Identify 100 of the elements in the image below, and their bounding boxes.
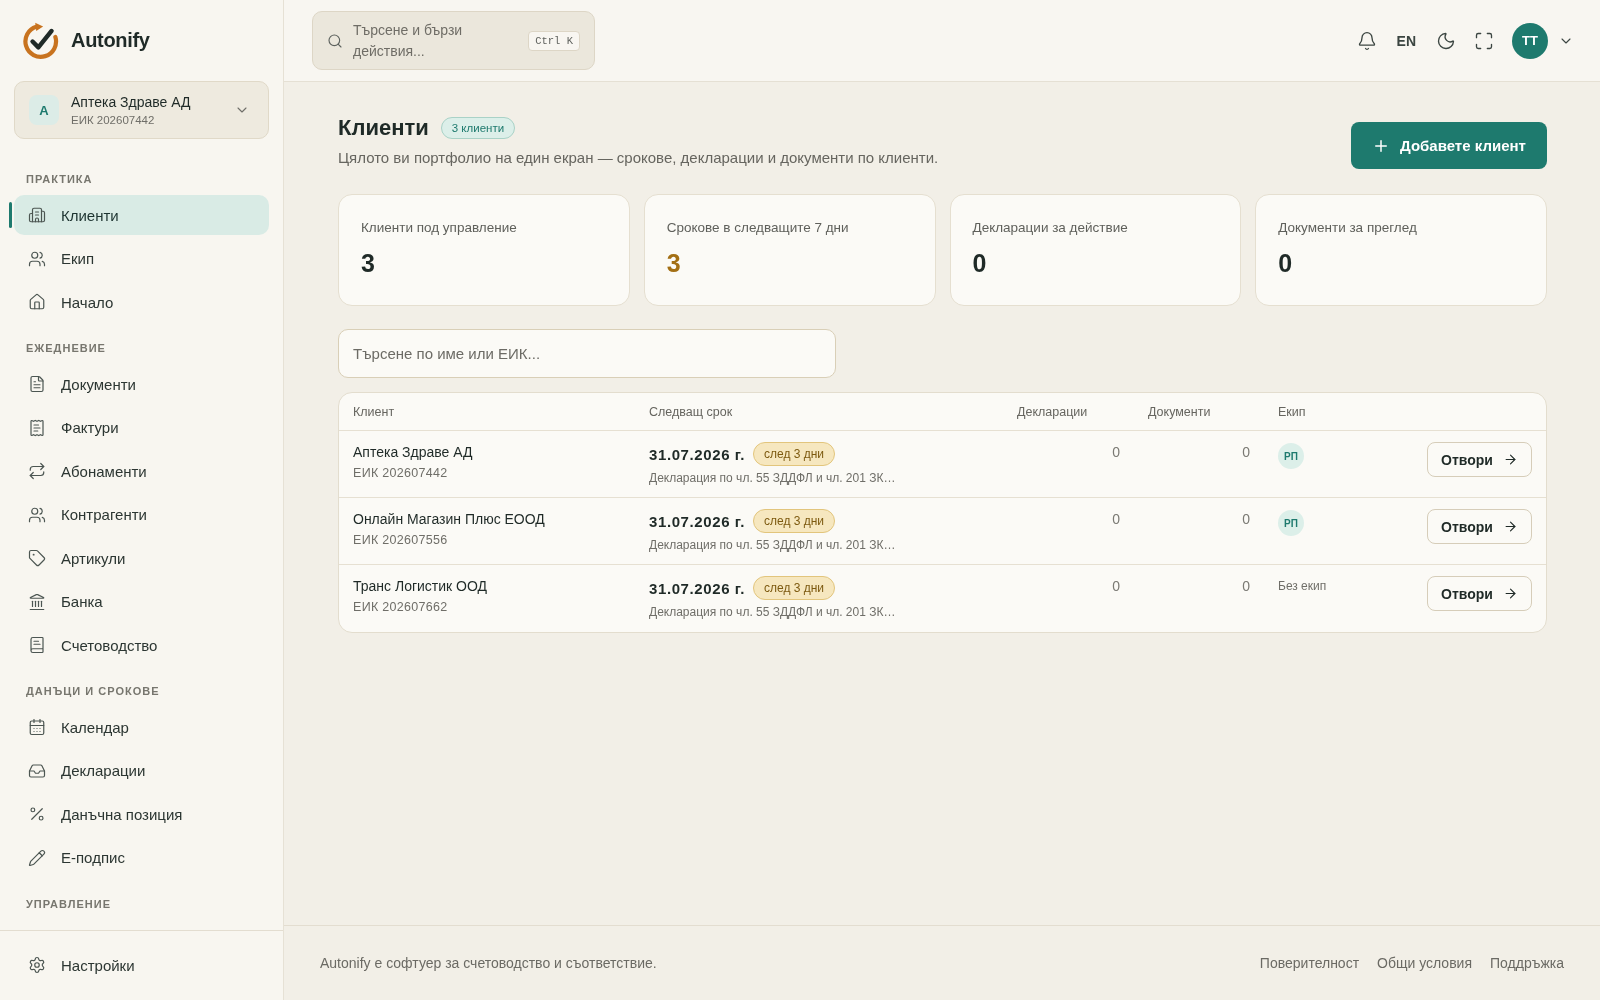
book-icon (28, 636, 46, 654)
deadline-date: 31.07.2026 г. (649, 512, 745, 530)
stat-value: 0 (972, 248, 988, 278)
arrow-right-icon (1502, 519, 1518, 534)
moon-icon[interactable] (1436, 30, 1456, 51)
building-icon (28, 206, 46, 224)
pencil-icon (28, 848, 46, 867)
stat-value: 3 (361, 248, 376, 278)
open-button[interactable]: Отвори (1427, 442, 1532, 477)
nav-item[interactable]: Клиенти (14, 195, 269, 235)
user-avatar[interactable]: TT (1512, 22, 1548, 59)
nav-item[interactable]: Екип (14, 238, 269, 279)
tag-icon (28, 549, 46, 567)
deadline-date: 31.07.2026 г. (649, 579, 745, 597)
arrow-right-icon (1502, 586, 1518, 601)
client-name: Онлайн Магазин Плюс ЕООД (353, 510, 546, 528)
open-button[interactable]: Отвори (1427, 509, 1532, 544)
nav-item[interactable]: Данъчна позиция (14, 794, 269, 834)
logo-icon (22, 21, 60, 60)
footer-link[interactable]: Общи условия (1377, 955, 1472, 971)
nav-item[interactable]: Абонаменти (14, 451, 269, 491)
nav-item[interactable]: Банка (14, 581, 269, 622)
bell-icon[interactable] (1356, 30, 1377, 51)
deadline-badge: след 3 дни (752, 509, 836, 533)
percent-icon (28, 805, 46, 823)
nav-section-title: УПРАВЛЕНИЕ (25, 896, 112, 912)
open-button[interactable]: Отвори (1427, 576, 1532, 611)
nav-item[interactable]: Декларации (14, 750, 269, 791)
people-icon (28, 505, 46, 524)
documents-count: 0 (1242, 443, 1250, 461)
team-avatar: РП (1278, 510, 1304, 536)
column-header: Клиент (353, 404, 395, 419)
client-name: Аптека Здраве АД (353, 443, 474, 461)
nav-section-title: ПРАКТИКА (25, 172, 94, 187)
nav-section-title: ДАНЪЦИ И СРОКОВЕ (25, 684, 161, 699)
no-team-label: Без екип (1278, 578, 1327, 595)
stat-label: Клиенти под управление (361, 219, 518, 236)
client-search-field[interactable]: Търсене по име или ЕИК... (338, 329, 836, 378)
stat-value: 0 (1278, 248, 1294, 278)
settings-icon (28, 956, 46, 974)
declarations-count: 0 (1112, 510, 1120, 528)
inbox-tray-icon (28, 761, 46, 780)
stat-label: Документи за преглед (1278, 219, 1418, 236)
column-header: Следващ срок (649, 404, 733, 419)
organization-initial: А (29, 95, 59, 125)
count-badge: 3 клиенти (440, 117, 516, 139)
nav-item[interactable]: Артикули (14, 538, 269, 578)
deadline-description: Декларация по чл. 55 ЗДДФЛ и чл. 201 ЗК… (649, 470, 897, 486)
bank-building-icon (28, 592, 46, 611)
stat-value: 3 (666, 248, 682, 278)
client-name: Транс Логистик ООД (353, 577, 489, 595)
nav-item[interactable]: Е-подпис (14, 837, 269, 878)
fullscreen-icon[interactable] (1474, 30, 1494, 51)
footer-link[interactable]: Поддръжка (1490, 955, 1564, 971)
repeat-arrows-icon (28, 462, 46, 480)
deadline-description: Декларация по чл. 55 ЗДДФЛ и чл. 201 ЗК… (649, 604, 897, 620)
shortcut-hint: Ctrl K (528, 30, 580, 51)
stat-label: Срокове в следващите 7 дни (666, 219, 850, 236)
nav-item[interactable]: Календар (14, 707, 269, 747)
brand-name: Autonify (71, 29, 150, 52)
client-eik: ЕИК 202607662 (353, 599, 449, 615)
nav-item[interactable]: Фактури (14, 407, 269, 448)
page-subtitle: Цялото ви портфолио на един екран — срокове, декларации и документи по клиенти. (338, 149, 939, 167)
deadline-badge: след 3 дни (752, 442, 836, 466)
receipt-icon (28, 418, 46, 437)
page-title: Клиенти (338, 115, 429, 141)
organization-switcher[interactable]: А Аптека Здраве АД ЕИК 202607442 (14, 81, 269, 139)
document-icon (28, 375, 46, 393)
team-avatar: РП (1278, 443, 1304, 469)
declarations-count: 0 (1112, 443, 1120, 461)
deadline-description: Декларация по чл. 55 ЗДДФЛ и чл. 201 ЗК… (649, 537, 897, 553)
search-icon (327, 32, 343, 49)
documents-count: 0 (1242, 510, 1250, 528)
documents-count: 0 (1242, 577, 1250, 595)
deadline-badge: след 3 дни (752, 576, 836, 600)
column-header: Декларации (1017, 404, 1088, 419)
client-eik: ЕИК 202607442 (353, 465, 449, 481)
declarations-count: 0 (1112, 577, 1120, 595)
column-header: Екип (1278, 404, 1306, 419)
client-eik: ЕИК 202607556 (353, 532, 449, 548)
organization-name: Аптека Здраве АД (71, 94, 192, 110)
stat-label: Декларации за действие (972, 219, 1129, 236)
footer-link[interactable]: Поверителност (1259, 955, 1360, 971)
footer-text: Autonify е софтуер за счетоводство и съответствие. (320, 955, 657, 971)
calendar-icon (28, 718, 46, 736)
nav-item[interactable]: Счетоводство (14, 625, 269, 665)
column-header: Документи (1148, 404, 1211, 419)
add-client-button[interactable]: Добавете клиент (1351, 122, 1547, 169)
nav-item[interactable]: Настройки (14, 945, 269, 985)
search-box[interactable]: Търсене и бързи действия... Ctrl K (312, 11, 595, 70)
nav-item[interactable]: Контрагенти (14, 494, 269, 535)
search-input[interactable]: Търсене и бързи действия... (353, 19, 519, 62)
people-icon (28, 249, 46, 268)
nav-item[interactable]: Документи (14, 364, 269, 404)
arrow-right-icon (1502, 452, 1518, 467)
language-toggle[interactable]: EN (1394, 28, 1418, 53)
organization-eik: ЕИК 202607442 (71, 114, 156, 126)
nav-item[interactable]: Начало (14, 282, 269, 322)
deadline-date: 31.07.2026 г. (649, 445, 745, 463)
nav-section-title: ЕЖЕДНЕВИЕ (25, 341, 107, 356)
